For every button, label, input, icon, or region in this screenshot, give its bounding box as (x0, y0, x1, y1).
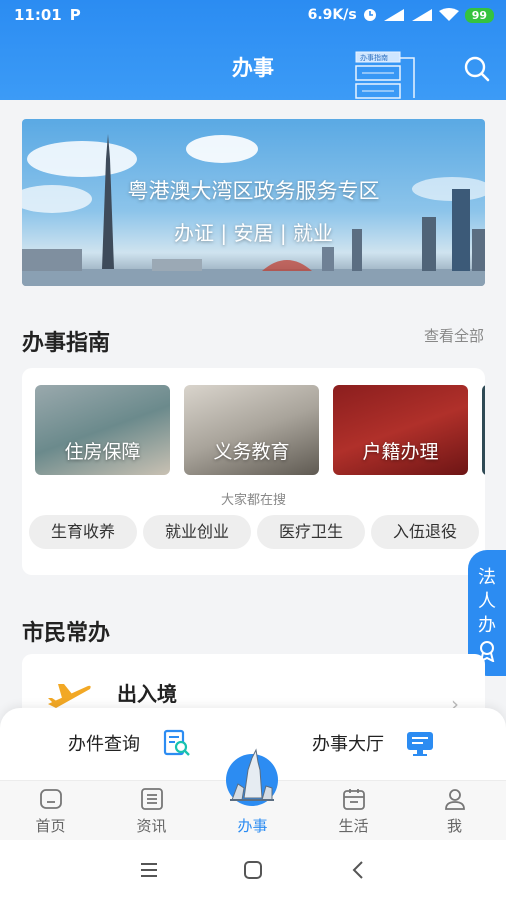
page-title: 办事 (232, 56, 274, 80)
tab-label: 生活 (338, 817, 369, 835)
status-time: 11:01 (14, 6, 62, 24)
chip-military[interactable]: 入伍退役 (371, 515, 479, 549)
tab-home[interactable]: 首页 (0, 781, 101, 841)
banner-title: 粤港澳大湾区政务服务专区 (127, 179, 380, 203)
network-speed: 6.9K/s (307, 7, 357, 23)
guide-section-title: 办事指南 (22, 331, 111, 356)
document-search-icon[interactable] (162, 728, 192, 758)
system-nav-bar (0, 840, 506, 900)
home-button-icon[interactable] (241, 858, 265, 882)
guide-illustration-icon: 办事指南 (355, 51, 415, 99)
tab-label: 我 (446, 817, 462, 835)
header: 11:01 P 6.9K/s 99 办事 办事指南 (0, 0, 506, 100)
tab-label: 办事 (237, 817, 268, 835)
guide-badge-text: 办事指南 (360, 53, 388, 62)
alarm-icon (363, 9, 376, 21)
monitor-hall-icon[interactable] (405, 728, 435, 758)
signal-icon (383, 9, 404, 21)
tile-education[interactable]: 义务教育 (184, 385, 319, 475)
wifi-icon (438, 8, 459, 21)
tile-label: 义务教育 (213, 441, 290, 463)
banner-subtitle: 办证 | 安居 | 就业 (174, 221, 333, 245)
user-icon (445, 789, 465, 810)
hot-search-label: 大家都在搜 (220, 493, 286, 508)
query-cases-button[interactable]: 办件查询 (68, 730, 140, 756)
airplane-icon (48, 684, 91, 708)
citizen-section-title: 市民常办 (22, 621, 111, 646)
chip-birth-adoption[interactable]: 生育收养 (29, 515, 137, 549)
tile-housing[interactable]: 住房保障 (35, 385, 170, 475)
tab-life[interactable]: 生活 (303, 781, 404, 841)
see-all-link[interactable]: 查看全部 (424, 325, 484, 346)
home-icon (40, 789, 62, 809)
app-notification-icon: P (69, 6, 81, 24)
service-name: 出入境 (117, 682, 177, 706)
search-icon[interactable] (462, 54, 492, 84)
tab-label: 首页 (35, 817, 66, 835)
tile-label: 户籍办理 (362, 441, 439, 463)
tab-news[interactable]: 资讯 (101, 781, 202, 841)
tab-label: 资讯 (136, 817, 167, 835)
title-bar: 办事 办事指南 (0, 44, 506, 99)
legal-tab-label: 法人办 (478, 567, 496, 636)
gba-banner[interactable]: 粤港澳大湾区政务服务专区 办证 | 安居 | 就业 (22, 119, 485, 286)
tab-me[interactable]: 我 (404, 781, 505, 841)
tile-label: 住房保障 (64, 441, 141, 463)
service-hall-button[interactable]: 办事大厅 (312, 730, 384, 756)
menu-icon[interactable] (137, 858, 161, 882)
guide-card: 住房保障 义务教育 户籍办理 大家都在搜 生育收养 就业创业 医疗卫生 入伍退役 (22, 368, 485, 575)
chip-healthcare[interactable]: 医疗卫生 (257, 515, 365, 549)
chip-employment[interactable]: 就业创业 (143, 515, 251, 549)
goat-emblem-icon[interactable] (222, 740, 282, 806)
calendar-icon (343, 789, 365, 810)
back-icon[interactable] (347, 858, 371, 882)
status-bar: 11:01 P 6.9K/s 99 (0, 0, 506, 30)
signal-icon (411, 9, 432, 21)
tile-more[interactable] (482, 385, 485, 475)
tile-household[interactable]: 户籍办理 (333, 385, 468, 475)
battery-badge: 99 (464, 7, 494, 23)
news-icon (141, 788, 163, 810)
